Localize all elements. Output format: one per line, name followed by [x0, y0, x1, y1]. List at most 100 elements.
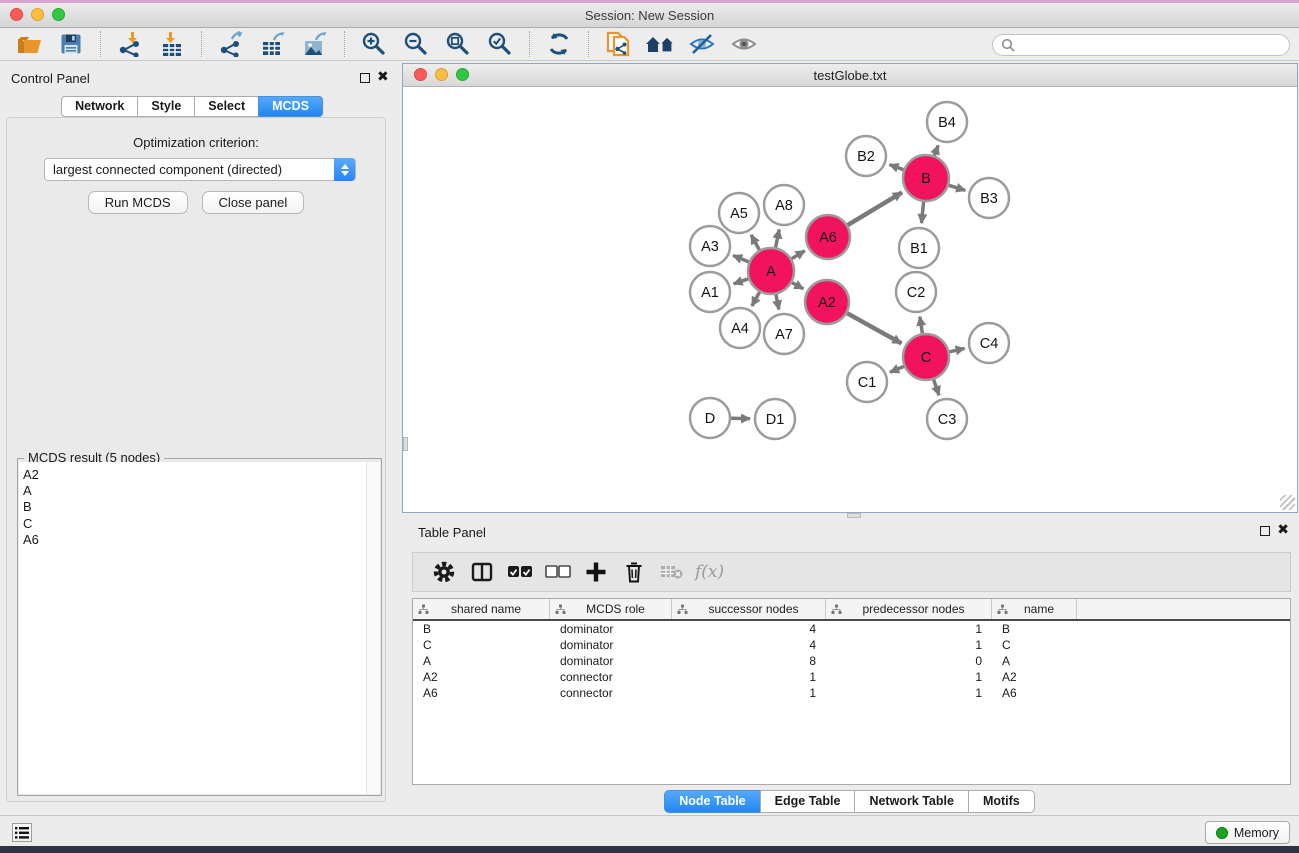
edge-C-C4[interactable]	[949, 348, 964, 351]
tab-network-table[interactable]: Network Table	[854, 790, 969, 813]
close-panel-icon[interactable]: ✖	[377, 68, 389, 85]
edge-B-B3[interactable]	[949, 185, 965, 190]
edge-A-A6[interactable]	[792, 251, 805, 259]
cell-predecessor-nodes[interactable]: 1	[826, 622, 992, 636]
network-window-titlebar[interactable]: testGlobe.txt	[403, 64, 1297, 87]
deselect-all-button[interactable]	[539, 557, 577, 587]
edge-B-B4[interactable]	[934, 145, 938, 155]
cell-shared-name[interactable]: A	[413, 654, 550, 668]
edge-A-A4[interactable]	[752, 292, 760, 306]
edge-C-C3[interactable]	[934, 380, 939, 396]
import-table-button[interactable]	[156, 29, 188, 59]
cell-shared-name[interactable]: A6	[413, 686, 550, 700]
cell-predecessor-nodes[interactable]: 1	[826, 638, 992, 652]
hide-annotations-button[interactable]	[686, 29, 718, 59]
cell-predecessor-nodes[interactable]: 0	[826, 654, 992, 668]
edge-C-C1[interactable]	[890, 366, 904, 372]
tab-node-table[interactable]: Node Table	[664, 790, 760, 813]
clone-network-button[interactable]	[602, 29, 634, 59]
edge-A-A2[interactable]	[792, 283, 803, 289]
table-row-a[interactable]: Adominator80A	[413, 653, 1290, 669]
memory-button[interactable]: Memory	[1205, 821, 1290, 844]
function-builder-button[interactable]: f(x)	[695, 562, 724, 582]
result-item-a6[interactable]: A6	[23, 532, 380, 548]
zoom-selected-button[interactable]	[484, 29, 516, 59]
cell-MCDS-role[interactable]: dominator	[550, 622, 672, 636]
split-divider-grip[interactable]	[403, 437, 408, 451]
run-mcds-button[interactable]: Run MCDS	[88, 191, 188, 214]
save-session-button[interactable]	[55, 29, 87, 59]
float-panel-icon[interactable]	[360, 73, 370, 83]
table-row-a2[interactable]: A2connector11A2	[413, 669, 1290, 685]
column-header-successor-nodes[interactable]: successor nodes	[672, 599, 826, 619]
show-columns-button[interactable]	[463, 557, 501, 587]
result-item-b[interactable]: B	[23, 499, 380, 515]
result-item-a2[interactable]: A2	[23, 467, 380, 483]
cell-successor-nodes[interactable]: 8	[672, 654, 826, 668]
export-table-button[interactable]	[257, 29, 289, 59]
network-list-button[interactable]	[12, 823, 32, 842]
cell-name[interactable]: C	[992, 638, 1077, 652]
cell-name[interactable]: B	[992, 622, 1077, 636]
cell-shared-name[interactable]: B	[413, 622, 550, 636]
result-item-c[interactable]: C	[23, 516, 380, 532]
cell-MCDS-role[interactable]: dominator	[550, 638, 672, 652]
titlebar[interactable]: Session: New Session	[0, 3, 1299, 28]
cell-predecessor-nodes[interactable]: 1	[826, 686, 992, 700]
column-header-MCDS-role[interactable]: MCDS role	[550, 599, 672, 619]
zoom-fit-button[interactable]	[442, 29, 474, 59]
cell-successor-nodes[interactable]: 1	[672, 686, 826, 700]
table-float-icon[interactable]	[1260, 526, 1270, 536]
cell-name[interactable]: A	[992, 654, 1077, 668]
create-column-button[interactable]	[577, 557, 615, 587]
edge-A-A7[interactable]	[776, 295, 779, 310]
cell-shared-name[interactable]: C	[413, 638, 550, 652]
edge-C-C2[interactable]	[920, 317, 923, 334]
result-item-a[interactable]: A	[23, 483, 380, 499]
table-settings-button[interactable]	[425, 557, 463, 587]
show-annotations-button[interactable]	[728, 29, 760, 59]
column-header-shared-name[interactable]: shared name	[413, 599, 550, 619]
table-row-b[interactable]: Bdominator41B	[413, 621, 1290, 637]
result-list-scrollbar[interactable]	[366, 462, 380, 794]
cell-predecessor-nodes[interactable]: 1	[826, 670, 992, 684]
export-network-button[interactable]	[215, 29, 247, 59]
tab-select[interactable]: Select	[194, 96, 259, 117]
edge-A-A1[interactable]	[734, 279, 749, 284]
select-all-button[interactable]	[501, 557, 539, 587]
cell-MCDS-role[interactable]: connector	[550, 670, 672, 684]
two-houses-button[interactable]	[644, 29, 676, 59]
delete-table-button[interactable]	[653, 557, 691, 587]
tab-motifs[interactable]: Motifs	[968, 790, 1035, 813]
edge-B-B1[interactable]	[922, 202, 924, 223]
edge-A-A3[interactable]	[733, 256, 749, 262]
edge-A2-C[interactable]	[847, 313, 901, 343]
close-panel-button[interactable]: Close panel	[202, 191, 305, 214]
refresh-button[interactable]	[543, 29, 575, 59]
criterion-dropdown[interactable]: largest connected component (directed)	[44, 158, 356, 181]
cell-MCDS-role[interactable]: dominator	[550, 654, 672, 668]
edge-B-B2[interactable]	[890, 165, 904, 170]
tab-network[interactable]: Network	[61, 96, 138, 117]
edge-A-A5[interactable]	[751, 235, 759, 250]
import-network-button[interactable]	[114, 29, 146, 59]
column-header-predecessor-nodes[interactable]: predecessor nodes	[826, 599, 992, 619]
cell-MCDS-role[interactable]: connector	[550, 686, 672, 700]
cell-successor-nodes[interactable]: 4	[672, 622, 826, 636]
table-row-a6[interactable]: A6connector11A6	[413, 685, 1290, 701]
edge-A-A8[interactable]	[776, 230, 780, 248]
search-input[interactable]	[992, 34, 1290, 56]
open-session-button[interactable]	[13, 29, 45, 59]
tab-edge-table[interactable]: Edge Table	[760, 790, 856, 813]
tab-style[interactable]: Style	[137, 96, 195, 117]
cell-successor-nodes[interactable]: 4	[672, 638, 826, 652]
cell-shared-name[interactable]: A2	[413, 670, 550, 684]
horizontal-divider-grip[interactable]	[847, 513, 861, 518]
table-row-c[interactable]: Cdominator41C	[413, 637, 1290, 653]
column-header-name[interactable]: name	[992, 599, 1077, 619]
cell-name[interactable]: A2	[992, 670, 1077, 684]
delete-column-button[interactable]	[615, 557, 653, 587]
edge-A6-B[interactable]	[848, 192, 902, 225]
tab-mcds[interactable]: MCDS	[258, 96, 323, 117]
window-resize-grip[interactable]	[1280, 495, 1295, 510]
